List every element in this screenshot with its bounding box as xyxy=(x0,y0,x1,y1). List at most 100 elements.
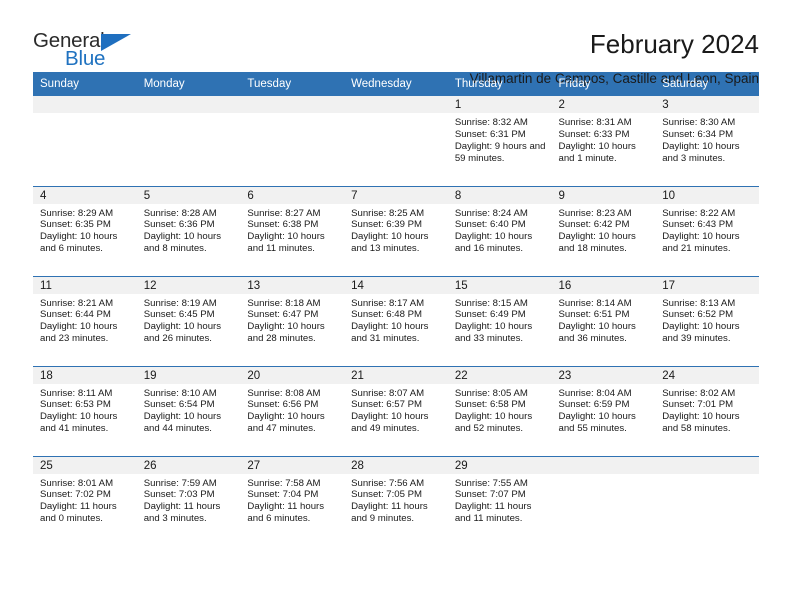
sunrise-text: Sunrise: 8:05 AM xyxy=(454,387,528,399)
day-number: 23 xyxy=(551,366,656,384)
sunset-text: Sunset: 7:04 PM xyxy=(247,489,319,501)
calendar-day-cell[interactable]: 6 Sunrise: 8:27 AM Sunset: 6:38 PM Daylight… xyxy=(240,185,345,276)
calendar-day-cell[interactable]: 1 Sunrise: 8:32 AM Sunset: 6:31 PM Daylight… xyxy=(447,96,552,186)
day-cell-inner xyxy=(136,96,241,186)
day-number: 1 xyxy=(447,96,552,113)
day-details: Sunrise: 8:17 AM Sunset: 6:48 PM Daylight:… xyxy=(344,294,448,346)
calendar-week-row: 1 Sunrise: 8:32 AM Sunset: 6:31 PM Daylight… xyxy=(33,96,759,186)
day-details: Sunrise: 8:32 AM Sunset: 6:31 PM Daylight:… xyxy=(448,113,552,165)
sunset-text: Sunset: 6:51 PM xyxy=(558,309,630,321)
day-number xyxy=(33,96,137,113)
calendar-day-cell[interactable]: 23 Sunrise: 8:04 AM Sunset: 6:59 PM Dayligh… xyxy=(551,365,656,456)
sunrise-text: Sunrise: 8:10 AM xyxy=(143,387,217,399)
sunrise-text: Sunrise: 8:32 AM xyxy=(454,117,528,128)
daylight-text: Daylight: 10 hours and 44 minutes. xyxy=(143,411,222,435)
day-cell-inner: 29 Sunrise: 7:55 AM Sunset: 7:07 PM Dayligh… xyxy=(447,456,552,547)
calendar-week-row: 18 Sunrise: 8:11 AM Sunset: 6:53 PM Dayligh… xyxy=(33,365,759,456)
calendar-day-cell[interactable]: 21 Sunrise: 8:07 AM Sunset: 6:57 PM Dayligh… xyxy=(344,365,448,456)
sunset-text: Sunset: 6:42 PM xyxy=(558,219,630,231)
day-number xyxy=(655,456,759,474)
sunrise-text: Sunrise: 8:07 AM xyxy=(351,387,425,399)
sunset-text: Sunset: 6:36 PM xyxy=(143,219,215,231)
sunrise-text: Sunrise: 8:22 AM xyxy=(662,207,736,219)
sunset-text: Sunset: 6:58 PM xyxy=(454,399,526,411)
calendar-day-cell[interactable]: 12 Sunrise: 8:19 AM Sunset: 6:45 PM Dayligh… xyxy=(136,275,241,366)
calendar-day-cell[interactable]: 15 Sunrise: 8:15 AM Sunset: 6:49 PM Dayligh… xyxy=(447,275,552,366)
calendar-day-cell[interactable]: 14 Sunrise: 8:17 AM Sunset: 6:48 PM Dayligh… xyxy=(344,275,448,366)
calendar-day-cell[interactable]: 3 Sunrise: 8:30 AM Sunset: 6:34 PM Daylight… xyxy=(655,96,759,186)
sunset-text: Sunset: 7:07 PM xyxy=(454,489,526,501)
daylight-text: Daylight: 9 hours and 59 minutes. xyxy=(454,140,546,164)
daylight-text: Daylight: 10 hours and 1 minute. xyxy=(558,140,636,164)
sunset-text: Sunset: 7:02 PM xyxy=(40,489,111,501)
day-number: 28 xyxy=(344,456,448,474)
day-number: 27 xyxy=(240,456,345,474)
sunset-text: Sunset: 7:03 PM xyxy=(143,489,215,501)
daylight-text: Daylight: 10 hours and 18 minutes. xyxy=(558,231,636,255)
day-number: 2 xyxy=(551,96,656,113)
daylight-text: Daylight: 10 hours and 11 minutes. xyxy=(247,231,325,255)
day-details: Sunrise: 8:23 AM Sunset: 6:42 PM Daylight:… xyxy=(552,204,656,256)
calendar-day-cell[interactable]: 24 Sunrise: 8:02 AM Sunset: 7:01 PM Dayligh… xyxy=(655,365,759,456)
calendar-day-cell[interactable]: 18 Sunrise: 8:11 AM Sunset: 6:53 PM Dayligh… xyxy=(33,365,137,456)
day-number: 25 xyxy=(33,456,137,474)
calendar-day-cell[interactable]: 7 Sunrise: 8:25 AM Sunset: 6:39 PM Daylight… xyxy=(344,185,448,276)
daylight-text: Daylight: 10 hours and 55 minutes. xyxy=(558,411,636,435)
day-details: Sunrise: 8:13 AM Sunset: 6:52 PM Daylight:… xyxy=(655,294,759,346)
sunrise-text: Sunrise: 8:29 AM xyxy=(40,207,114,219)
day-number xyxy=(136,96,241,113)
calendar-day-cell[interactable]: 17 Sunrise: 8:13 AM Sunset: 6:52 PM Dayligh… xyxy=(655,275,759,366)
calendar-day-cell[interactable]: 9 Sunrise: 8:23 AM Sunset: 6:42 PM Daylight… xyxy=(551,185,656,276)
calendar-day-cell[interactable]: 27 Sunrise: 7:58 AM Sunset: 7:04 PM Dayligh… xyxy=(240,455,345,546)
day-details: Sunrise: 8:24 AM Sunset: 6:40 PM Daylight:… xyxy=(448,204,552,256)
calendar-day-cell[interactable]: 26 Sunrise: 7:59 AM Sunset: 7:03 PM Dayligh… xyxy=(136,455,241,547)
day-number: 22 xyxy=(447,366,552,384)
day-details: Sunrise: 8:18 AM Sunset: 6:47 PM Daylight:… xyxy=(240,294,344,346)
day-details: Sunrise: 8:15 AM Sunset: 6:49 PM Daylight:… xyxy=(448,294,552,346)
sunset-text: Sunset: 6:56 PM xyxy=(247,399,319,411)
sunrise-text: Sunrise: 8:02 AM xyxy=(662,387,736,399)
day-cell-inner: 5 Sunrise: 8:28 AM Sunset: 6:36 PM Daylight… xyxy=(136,186,241,276)
calendar-day-cell[interactable]: 20 Sunrise: 8:08 AM Sunset: 6:56 PM Dayligh… xyxy=(240,365,345,456)
daylight-text: Daylight: 10 hours and 31 minutes. xyxy=(351,321,429,345)
calendar-day-cell[interactable]: 13 Sunrise: 8:18 AM Sunset: 6:47 PM Dayligh… xyxy=(240,275,345,366)
calendar-day-cell[interactable]: 4 Sunrise: 8:29 AM Sunset: 6:35 PM Daylight… xyxy=(33,185,137,276)
day-number: 5 xyxy=(136,186,241,204)
calendar-day-cell[interactable]: 16 Sunrise: 8:14 AM Sunset: 6:51 PM Dayligh… xyxy=(551,275,656,366)
sunset-text: Sunset: 6:38 PM xyxy=(247,219,319,231)
sunrise-text: Sunrise: 8:24 AM xyxy=(454,207,528,219)
day-cell-inner: 9 Sunrise: 8:23 AM Sunset: 6:42 PM Daylight… xyxy=(551,186,656,276)
calendar-day-cell[interactable]: 29 Sunrise: 7:55 AM Sunset: 7:07 PM Dayligh… xyxy=(447,455,552,547)
calendar-day-cell[interactable]: 8 Sunrise: 8:24 AM Sunset: 6:40 PM Daylight… xyxy=(447,185,552,276)
day-cell-inner: 21 Sunrise: 8:07 AM Sunset: 6:57 PM Dayligh… xyxy=(344,366,448,456)
calendar-day-cell[interactable]: 11 Sunrise: 8:21 AM Sunset: 6:44 PM Dayligh… xyxy=(33,275,137,366)
calendar-day-cell[interactable]: 25 Sunrise: 8:01 AM Sunset: 7:02 PM Dayligh… xyxy=(33,455,137,547)
calendar-day-cell-empty xyxy=(33,96,137,186)
day-number: 18 xyxy=(33,366,137,384)
calendar-day-cell[interactable]: 19 Sunrise: 8:10 AM Sunset: 6:54 PM Dayligh… xyxy=(136,365,241,456)
sunrise-text: Sunrise: 8:19 AM xyxy=(143,297,217,309)
sunrise-text: Sunrise: 8:15 AM xyxy=(454,297,528,309)
day-cell-inner: 3 Sunrise: 8:30 AM Sunset: 6:34 PM Daylight… xyxy=(655,96,759,186)
day-cell-inner: 26 Sunrise: 7:59 AM Sunset: 7:03 PM Dayligh… xyxy=(136,456,241,547)
sunset-text: Sunset: 6:48 PM xyxy=(351,309,423,321)
day-number: 3 xyxy=(655,96,759,113)
calendar-day-cell[interactable]: 2 Sunrise: 8:31 AM Sunset: 6:33 PM Daylight… xyxy=(551,96,656,186)
daylight-text: Daylight: 10 hours and 33 minutes. xyxy=(454,321,533,345)
day-cell-inner: 25 Sunrise: 8:01 AM Sunset: 7:02 PM Dayligh… xyxy=(33,456,137,547)
day-cell-inner: 19 Sunrise: 8:10 AM Sunset: 6:54 PM Dayligh… xyxy=(136,366,241,456)
sunrise-text: Sunrise: 8:27 AM xyxy=(247,207,321,219)
daylight-text: Daylight: 11 hours and 9 minutes. xyxy=(351,501,428,525)
day-cell-inner xyxy=(33,96,137,186)
calendar-day-cell[interactable]: 22 Sunrise: 8:05 AM Sunset: 6:58 PM Dayligh… xyxy=(447,365,552,456)
calendar-day-cell[interactable]: 5 Sunrise: 8:28 AM Sunset: 6:36 PM Daylight… xyxy=(136,185,241,276)
daylight-text: Daylight: 10 hours and 47 minutes. xyxy=(247,411,325,435)
day-number: 9 xyxy=(551,186,656,204)
generalblue-logo[interactable]: General Blue xyxy=(33,28,145,74)
calendar-day-cell[interactable]: 10 Sunrise: 8:22 AM Sunset: 6:43 PM Dayligh… xyxy=(655,185,759,276)
calendar-day-cell[interactable]: 28 Sunrise: 7:56 AM Sunset: 7:05 PM Dayligh… xyxy=(344,455,448,546)
calendar-page: General Blue February 2024 Villamartin d… xyxy=(0,0,792,612)
daylight-text: Daylight: 10 hours and 6 minutes. xyxy=(40,231,118,255)
calendar-week-row: 4 Sunrise: 8:29 AM Sunset: 6:35 PM Daylight… xyxy=(33,185,759,276)
day-cell-inner: 6 Sunrise: 8:27 AM Sunset: 6:38 PM Daylight… xyxy=(240,186,345,276)
